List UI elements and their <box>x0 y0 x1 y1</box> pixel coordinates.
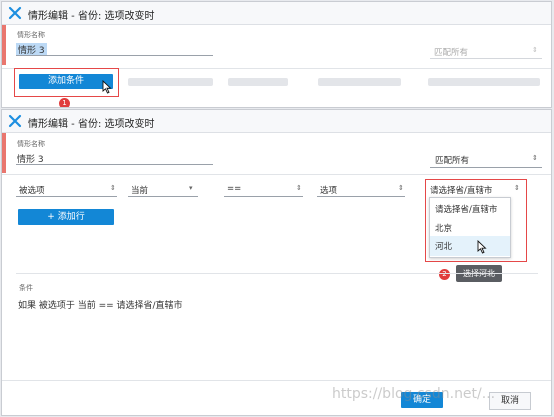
footer-divider <box>2 380 551 381</box>
placeholder-bar <box>128 78 213 86</box>
condition-dialog-back: 情形编辑 - 省份: 选项改变时 情形名称 情形 3 匹配所有 ⇕ 添加条件 1 <box>1 1 552 108</box>
accent-bar <box>2 133 6 173</box>
cancel-button[interactable]: 取消 <box>489 392 531 410</box>
dialog-title: 情形编辑 - 省份: 选项改变时 <box>28 119 155 130</box>
title-bar: 情形编辑 - 省份: 选项改变时 <box>2 110 551 133</box>
name-label: 情形名称 <box>17 140 45 148</box>
title-bar: 情形编辑 - 省份: 选项改变时 <box>2 2 551 25</box>
chevron-updown-icon: ⇕ <box>110 184 116 192</box>
axure-logo-icon <box>8 114 22 128</box>
dropdown-option-label: 河北 <box>435 242 453 252</box>
placeholder-bar <box>228 78 288 86</box>
condition-field-select[interactable]: 被选项 <box>19 184 45 196</box>
value-type-select[interactable]: 选项 <box>320 184 337 196</box>
watermark: https://blog.csdn.net/... <box>332 386 496 402</box>
match-underline <box>430 58 542 59</box>
match-select[interactable]: 匹配所有 <box>434 46 468 58</box>
placeholder-bar <box>318 78 401 86</box>
select-underline <box>317 196 405 197</box>
select-underline <box>128 196 198 197</box>
mouse-cursor-icon <box>477 240 487 254</box>
placeholder-bar <box>428 78 540 86</box>
add-row-button[interactable]: + 添加行 <box>18 209 114 225</box>
dialog-title: 情形编辑 - 省份: 选项改变时 <box>28 11 155 22</box>
chevron-updown-icon: ⇕ <box>532 46 538 54</box>
operator-select[interactable]: == <box>227 184 241 194</box>
select-underline <box>224 196 303 197</box>
province-dropdown: 请选择省/直辖市 北京 河北 <box>429 197 511 258</box>
match-underline <box>430 167 542 168</box>
condition-dialog: 情形编辑 - 省份: 选项改变时 情形名称 情形 3 匹配所有 ⇕ 被选项 ⇕ … <box>1 109 552 416</box>
add-condition-button[interactable]: 添加条件 <box>19 74 113 89</box>
condition-label: 条件 <box>19 284 33 292</box>
chevron-updown-icon: ⇕ <box>532 154 538 162</box>
name-input-underline <box>16 55 213 56</box>
dropdown-option[interactable]: 请选择省/直辖市 <box>435 203 497 215</box>
dropdown-option-highlighted[interactable]: 河北 <box>430 236 510 256</box>
select-underline <box>16 196 117 197</box>
name-input-underline <box>16 164 213 165</box>
chevron-down-icon: ▾ <box>189 184 193 192</box>
condition-summary: 如果 被选项于 当前 == 请选择省/直辖市 <box>18 301 183 311</box>
chevron-updown-icon: ⇕ <box>296 184 302 192</box>
step-badge-2: 2 <box>439 269 450 280</box>
chevron-updown-icon: ⇕ <box>398 184 404 192</box>
chevron-updown-icon: ⇕ <box>514 184 520 192</box>
section-divider <box>2 174 551 175</box>
axure-logo-icon <box>8 6 22 20</box>
step-badge-1: 1 <box>59 98 70 107</box>
condition-scope-select[interactable]: 当前 <box>131 184 148 196</box>
match-select[interactable]: 匹配所有 <box>435 154 469 166</box>
name-label: 情形名称 <box>17 31 45 39</box>
accent-bar <box>2 25 6 65</box>
section-divider <box>16 273 538 274</box>
dropdown-option[interactable]: 北京 <box>435 222 452 234</box>
province-select[interactable]: 请选择省/直辖市 <box>430 184 492 196</box>
mouse-cursor-icon <box>102 80 112 94</box>
